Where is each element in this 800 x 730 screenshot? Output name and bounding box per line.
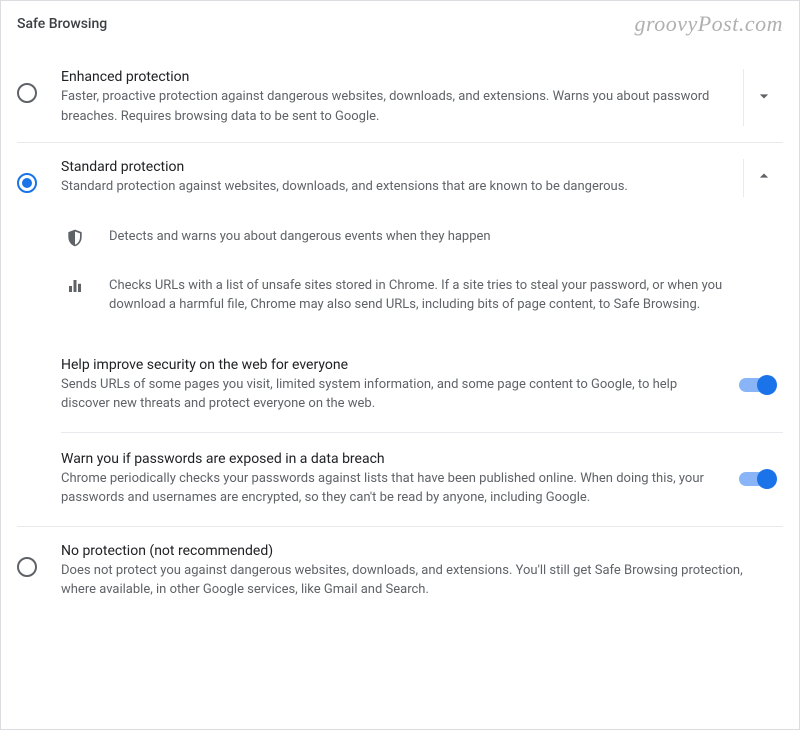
sub-help-desc: Sends URLs of some pages you visit, limi… [61, 375, 719, 414]
shield-icon [61, 227, 89, 248]
toggle-help-improve[interactable] [739, 378, 775, 392]
standard-detail-0: Detects and warns you about dangerous ev… [89, 227, 783, 247]
sub-help-title: Help improve security on the web for eve… [61, 357, 719, 373]
toggle-warn-breach[interactable] [739, 472, 775, 486]
option-standard[interactable]: Standard protection Standard protection … [17, 143, 783, 213]
section-title: Safe Browsing [17, 16, 107, 32]
standard-details: Detects and warns you about dangerous ev… [17, 213, 783, 526]
sub-warn-desc: Chrome periodically checks your password… [61, 469, 719, 508]
option-enhanced-title: Enhanced protection [61, 69, 735, 85]
option-enhanced-desc: Faster, proactive protection against dan… [61, 87, 735, 126]
watermark: groovyPost.com [634, 11, 783, 37]
sub-warn-title: Warn you if passwords are exposed in a d… [61, 451, 719, 467]
option-none-desc: Does not protect you against dangerous w… [61, 561, 775, 600]
option-none-title: No protection (not recommended) [61, 543, 775, 559]
option-no-protection[interactable]: No protection (not recommended) Does not… [17, 527, 783, 616]
option-enhanced[interactable]: Enhanced protection Faster, proactive pr… [17, 53, 783, 142]
bars-icon [61, 276, 89, 295]
sub-help-improve: Help improve security on the web for eve… [61, 339, 783, 432]
option-standard-desc: Standard protection against websites, do… [61, 177, 735, 197]
radio-standard[interactable] [17, 173, 37, 193]
standard-detail-1: Checks URLs with a list of unsafe sites … [89, 276, 783, 315]
radio-no-protection[interactable] [17, 557, 37, 577]
chevron-down-icon [754, 86, 774, 110]
radio-enhanced[interactable] [17, 83, 37, 103]
expand-enhanced[interactable] [743, 69, 783, 126]
chevron-up-icon [754, 166, 774, 190]
collapse-standard[interactable] [743, 159, 783, 197]
option-standard-title: Standard protection [61, 159, 735, 175]
sub-warn-breach: Warn you if passwords are exposed in a d… [61, 433, 783, 526]
